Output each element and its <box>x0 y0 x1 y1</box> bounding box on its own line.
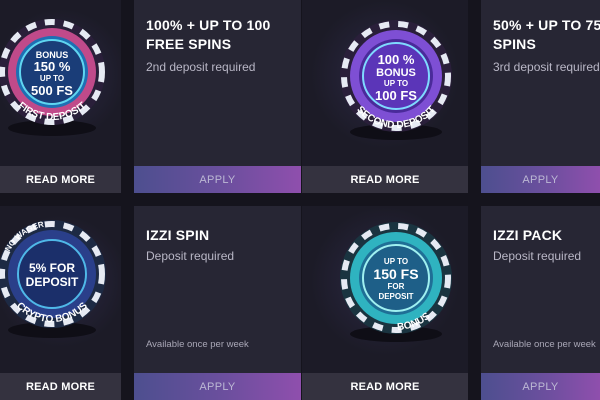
bonus-requirement: Deposit required <box>493 249 582 263</box>
bonus-requirement: 2nd deposit required <box>146 60 256 74</box>
apply-button[interactable]: APPLY <box>134 166 301 193</box>
chip-text-line: 500 FS <box>31 83 73 98</box>
read-more-button[interactable]: READ MORE <box>302 166 468 193</box>
bonus-availability: Available once per week <box>146 339 249 350</box>
chip-text-line: UP TO <box>384 79 408 88</box>
bonus-card-crypto: 5% FOR DEPOSIT NO WAGER CRYPTO BONUS <box>0 206 121 373</box>
chip-text-line: BONUS <box>376 67 416 79</box>
read-more-button[interactable]: READ MORE <box>0 373 121 400</box>
chip-text-line: 100 FS <box>375 88 417 103</box>
chip-text-line: DEPOSIT <box>26 275 79 289</box>
bonus-requirement: Deposit required <box>146 249 235 263</box>
apply-button[interactable]: APPLY <box>134 373 301 400</box>
chip-text-line: FOR <box>388 282 405 291</box>
bonus-card-izzi-pack-info: IZZI PACK Deposit required Available onc… <box>481 206 600 373</box>
chip-text-line: UP TO <box>384 257 408 266</box>
bonus-card-second-deposit: 100 % BONUS UP TO 100 FS SECOND DEPOSIT <box>302 0 468 166</box>
apply-button[interactable]: APPLY <box>481 373 600 400</box>
bonus-card-free-spins: UP TO 150 FS FOR DEPOSIT BONUS <box>302 206 468 373</box>
bonus-card-izzi-spin-info: IZZI SPIN Deposit required Available onc… <box>134 206 301 373</box>
bonus-title: IZZI SPIN <box>146 227 210 243</box>
free-spins-chip-icon: UP TO 150 FS FOR DEPOSIT BONUS <box>340 222 452 342</box>
bonus-title: IZZI PACK <box>493 227 563 243</box>
chip-text-line: 100 % <box>378 52 415 67</box>
second-deposit-chip-icon: 100 % BONUS UP TO 100 FS SECOND DEPOSIT <box>340 20 452 140</box>
chip-text-line: UP TO <box>40 74 64 83</box>
read-more-button[interactable]: READ MORE <box>302 373 468 400</box>
apply-button[interactable]: APPLY <box>481 166 600 193</box>
bonus-card-second-deposit-info: 100% + UP TO 100 FREE SPINS 2nd deposit … <box>134 0 301 166</box>
chip-text-line: 5% FOR <box>29 261 75 275</box>
bonus-title: 100% + UP TO 100 FREE SPINS <box>146 17 271 52</box>
read-more-button[interactable]: READ MORE <box>0 166 121 193</box>
crypto-bonus-chip-icon: 5% FOR DEPOSIT NO WAGER CRYPTO BONUS <box>0 220 106 338</box>
bonus-requirement: 3rd deposit required <box>493 60 600 74</box>
bonus-title: 50% + UP TO 75 SPINS <box>493 17 600 52</box>
chip-text-line: 150 FS <box>373 266 418 282</box>
bonus-card-third-deposit-info: 50% + UP TO 75 SPINS 3rd deposit require… <box>481 0 600 166</box>
bonus-card-first-deposit: BONUS 150 % UP TO 500 FS FIRST DEPOSIT <box>0 0 121 166</box>
bonus-availability: Available once per week <box>493 339 596 350</box>
first-deposit-chip-icon: BONUS 150 % UP TO 500 FS FIRST DEPOSIT <box>0 19 105 136</box>
chip-text-line: DEPOSIT <box>378 292 413 301</box>
chip-text-line: 150 % <box>34 59 71 74</box>
